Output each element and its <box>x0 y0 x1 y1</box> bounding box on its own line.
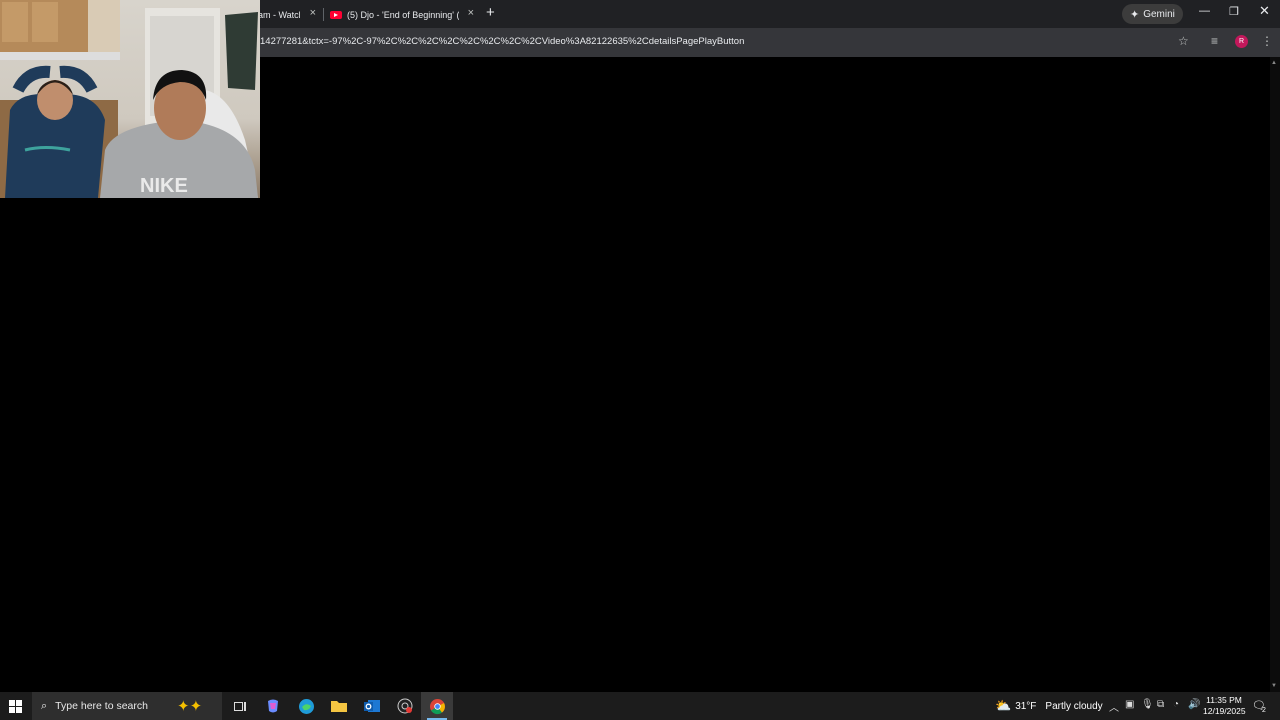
search-highlight-icon: ✦✦ <box>177 698 203 715</box>
weather-widget[interactable]: ⛅ 31°F Partly cloudy <box>995 698 1103 714</box>
edge-icon[interactable] <box>296 696 316 716</box>
wifi-icon[interactable]: ◔ <box>1173 699 1179 710</box>
address-bar[interactable]: 14277281&tctx=-97%2C-97%2C%2C%2C%2C%2C%2… <box>260 36 744 47</box>
close-tab-icon[interactable]: × <box>310 7 316 19</box>
new-tab-button[interactable]: + <box>486 4 495 21</box>
weather-temperature: 31°F <box>1015 700 1037 712</box>
search-icon: ⌕ <box>41 699 48 712</box>
windows-taskbar: ⌕ Type here to search ✦✦ ⛅ 31°F Partly c… <box>0 692 1280 720</box>
minimize-icon[interactable]: — <box>1199 5 1210 17</box>
search-placeholder: Type here to search <box>55 700 148 712</box>
profile-avatar[interactable]: R <box>1235 35 1248 48</box>
partly-cloudy-icon: ⛅ <box>995 698 1012 713</box>
scroll-up-icon[interactable]: ▲ <box>1271 60 1277 66</box>
microphone-icon[interactable]: 🎙 <box>1141 699 1154 710</box>
obs-icon[interactable] <box>395 696 415 716</box>
webcam-overlay: NIKE <box>0 0 260 198</box>
youtube-icon <box>330 10 342 19</box>
chrome-icon[interactable] <box>427 696 447 716</box>
copilot-icon[interactable] <box>263 696 283 716</box>
close-tab-icon[interactable]: × <box>468 7 474 19</box>
media-controls-icon[interactable]: ≡ <box>1211 34 1218 48</box>
meet-now-icon[interactable]: ▣ <box>1125 699 1134 710</box>
notification-count: 2 <box>1262 707 1266 714</box>
file-explorer-icon[interactable] <box>329 696 349 716</box>
bookmark-star-icon[interactable]: ☆ <box>1178 34 1189 48</box>
taskbar-search-box[interactable]: ⌕ Type here to search ✦✦ <box>32 692 222 720</box>
gemini-label: Gemini <box>1143 8 1175 20</box>
task-view-icon[interactable] <box>230 696 250 716</box>
taskbar-clock[interactable]: 11:35 PM 12/19/2025 <box>1203 695 1246 717</box>
gemini-button[interactable]: ✦ Gemini <box>1122 4 1183 24</box>
volume-icon[interactable]: 🔊 <box>1188 699 1200 710</box>
show-hidden-icons-chevron-icon[interactable]: ︿ <box>1109 699 1119 714</box>
menu-kebab-icon[interactable]: ⋮ <box>1261 34 1273 48</box>
weather-condition: Partly cloudy <box>1045 700 1103 712</box>
display-icon[interactable]: ⧉ <box>1157 699 1164 710</box>
windows-start-icon[interactable] <box>9 700 22 713</box>
sparkle-icon: ✦ <box>1130 8 1140 21</box>
hoodie-logo-art: NIKE <box>140 175 188 197</box>
clock-time: 11:35 PM <box>1206 695 1242 705</box>
tab-title: am - Watch <box>258 9 300 20</box>
webcam-scene: NIKE <box>0 0 258 198</box>
scrollbar[interactable] <box>1270 57 1280 692</box>
scroll-down-icon[interactable]: ▼ <box>1271 683 1277 689</box>
tab-djo-video[interactable]: (5) Djo - 'End of Beginning' (liv × <box>326 3 478 26</box>
outlook-icon[interactable] <box>362 696 382 716</box>
tab-title: (5) Djo - 'End of Beginning' (liv <box>347 9 459 20</box>
clock-date: 12/19/2025 <box>1203 706 1246 716</box>
tab-separator <box>323 8 324 21</box>
close-window-icon[interactable]: ✕ <box>1259 3 1270 19</box>
tab-watch[interactable]: am - Watch × <box>258 3 320 26</box>
restore-icon[interactable]: ❐ <box>1229 5 1239 18</box>
